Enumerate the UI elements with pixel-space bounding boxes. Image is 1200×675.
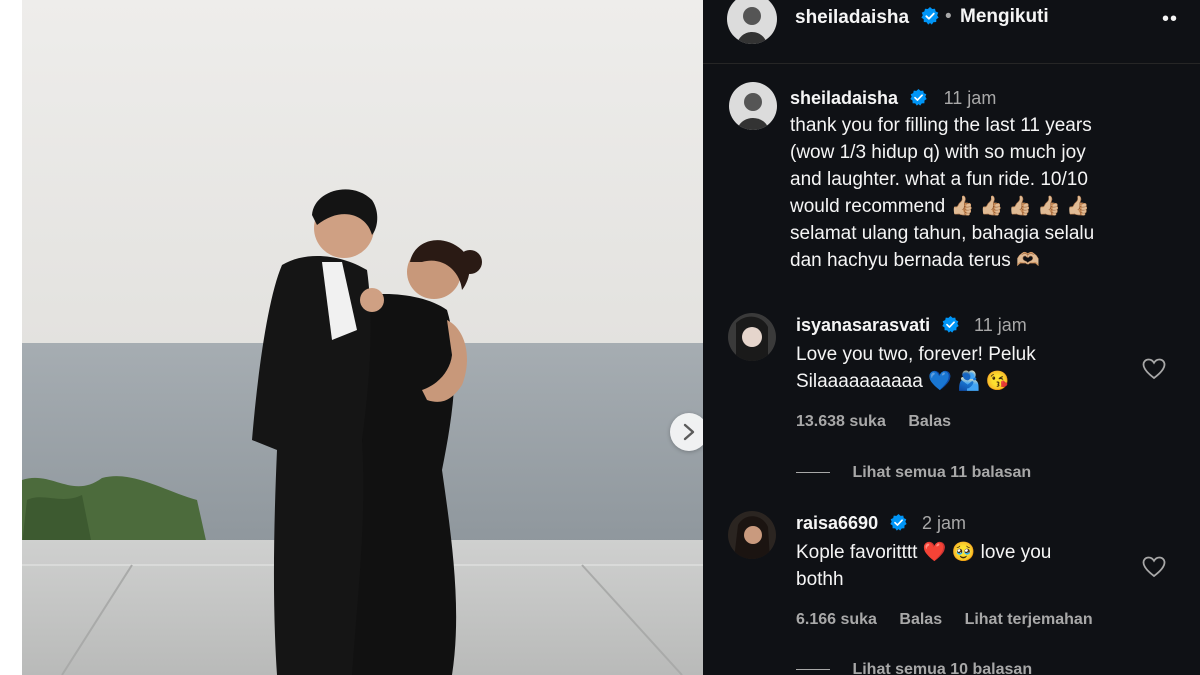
avatar-image: [727, 0, 777, 44]
caption-line: thank you for filling the last 11 years: [790, 115, 1092, 136]
caption-line: selamat ulang tahun, bahagia selalu: [790, 223, 1095, 244]
heart-icon[interactable]: [1142, 358, 1166, 380]
next-slide-button[interactable]: [670, 413, 703, 451]
reply-button[interactable]: Balas: [899, 611, 942, 628]
caption-time: 11 jam: [943, 88, 997, 108]
caption-line: (wow 1/3 hidup q) with so much joy: [790, 142, 1086, 163]
comment-meta: 13.638 suka Balas: [796, 413, 969, 431]
comment-header: raisa6690 2 jam: [796, 513, 966, 534]
comment-likes[interactable]: 6.166 suka: [796, 611, 877, 628]
comment-time: 11 jam: [974, 315, 1027, 335]
avatar-image: [728, 511, 776, 559]
comment-meta: 6.166 suka Balas Lihat terjemahan: [796, 611, 1111, 629]
view-replies-label: Lihat semua 11 balasan: [852, 464, 1032, 481]
view-replies-label: Lihat semua 10 balasan: [852, 661, 1033, 675]
caption-line: dan hachyu bernada terus 🫶🏼: [790, 250, 1040, 271]
comment-username[interactable]: isyanasarasvati: [796, 315, 930, 335]
verified-badge-icon: [889, 513, 907, 531]
separator-dot: •: [945, 6, 952, 27]
comment-avatar[interactable]: [728, 511, 776, 559]
caption-line: and laughter. what a fun ride. 10/10: [790, 169, 1088, 190]
comment-text-line: bothh: [796, 569, 844, 590]
reply-button[interactable]: Balas: [908, 413, 951, 430]
comments-panel: sheiladaisha • Mengikuti •• sheiladaisha…: [703, 0, 1200, 675]
comment-header: isyanasarasvati 11 jam: [796, 315, 1027, 336]
view-replies-button[interactable]: Lihat semua 11 balasan: [796, 464, 1031, 482]
post-caption: sheiladaisha 11 jam thank you for fillin…: [790, 85, 1160, 274]
comment-avatar[interactable]: [728, 313, 776, 361]
caption-username[interactable]: sheiladaisha: [790, 88, 898, 108]
caption-line: would recommend 👍🏼 👍🏼 👍🏼 👍🏼 👍🏼: [790, 196, 1090, 217]
comment-username[interactable]: raisa6690: [796, 513, 878, 533]
post-author-name[interactable]: sheiladaisha: [795, 7, 909, 28]
avatar-image: [728, 313, 776, 361]
replies-divider: [796, 472, 830, 474]
comment-time: 2 jam: [922, 513, 967, 533]
follow-status-button[interactable]: Mengikuti: [960, 6, 1049, 28]
verified-badge-icon: [941, 315, 959, 333]
comment-text: Love you two, forever! Peluk Silaaaaaaaa…: [796, 341, 1126, 395]
photo-illustration: [22, 0, 703, 675]
post-photo: [22, 0, 703, 675]
heart-icon[interactable]: [1142, 556, 1166, 578]
comment-text-line: Silaaaaaaaaaa 💙 🫂 😘: [796, 371, 1010, 392]
caption-avatar[interactable]: [729, 82, 777, 130]
view-replies-button[interactable]: Lihat semua 10 balasan: [796, 661, 1032, 675]
verified-badge-icon: [921, 7, 939, 25]
post-author-username[interactable]: sheiladaisha: [795, 6, 940, 29]
comment-text: Kople favoritttt ❤️ 🥹 love you bothh: [796, 539, 1126, 593]
verified-badge-icon: [910, 88, 928, 106]
post-header: sheiladaisha • Mengikuti ••: [703, 0, 1200, 64]
replies-divider: [796, 669, 830, 671]
caption-header: sheiladaisha 11 jam: [790, 85, 1160, 112]
more-options-icon[interactable]: ••: [1162, 8, 1178, 31]
avatar[interactable]: [727, 0, 777, 44]
comment-likes[interactable]: 13.638 suka: [796, 413, 886, 430]
comment-text-line: Kople favoritttt ❤️ 🥹 love you: [796, 542, 1052, 563]
translate-button[interactable]: Lihat terjemahan: [965, 611, 1093, 628]
chevron-right-icon: [683, 423, 695, 441]
comment-text-line: Love you two, forever! Peluk: [796, 344, 1036, 365]
avatar-image: [729, 82, 777, 130]
